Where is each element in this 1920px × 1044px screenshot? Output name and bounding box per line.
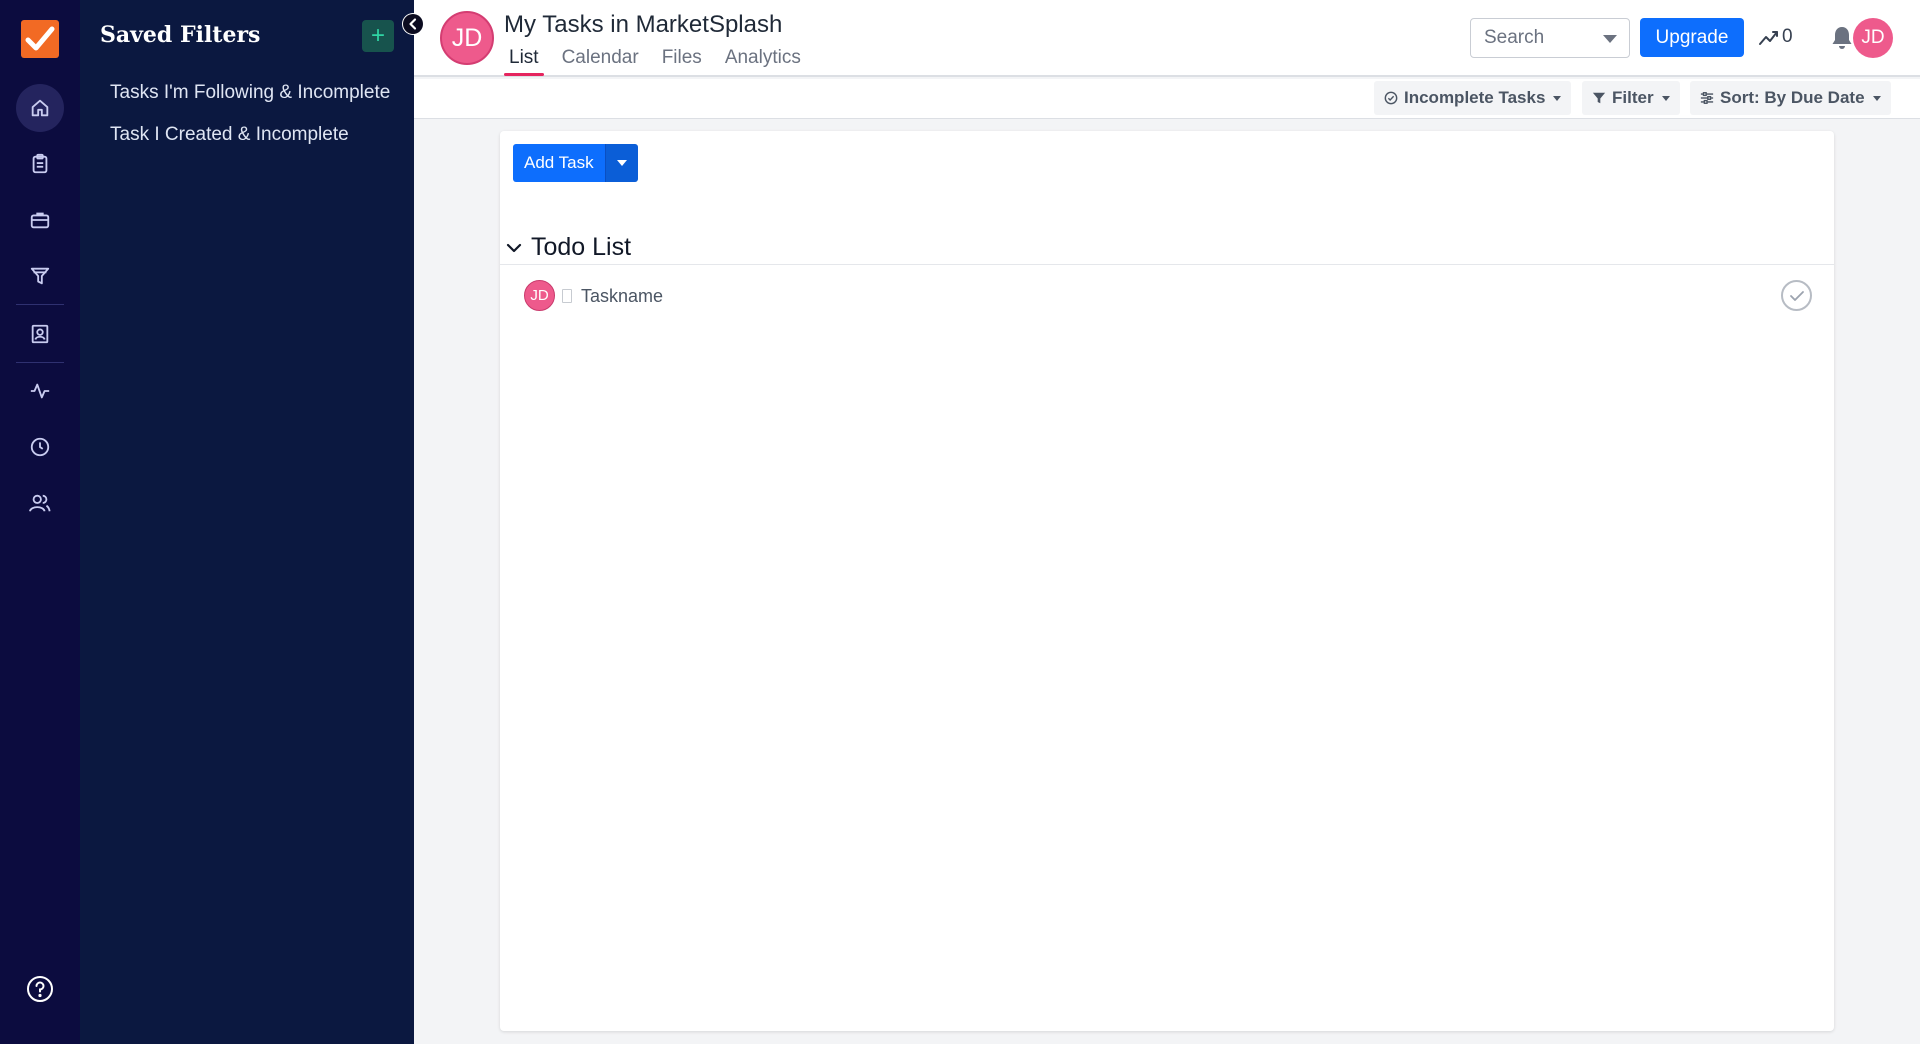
add-task-split-button: Add Task [513,144,638,182]
icon-rail [0,0,80,1044]
collapse-panel-button[interactable] [402,13,424,35]
app-logo[interactable] [21,20,59,58]
filter-icon [1592,92,1606,104]
clipboard-icon[interactable] [16,140,64,188]
add-filter-button[interactable]: + [362,20,394,52]
saved-filters-panel: Saved Filters + Tasks I'm Following & In… [80,0,414,1044]
page-title: My Tasks in MarketSplash [504,11,783,38]
chevron-down-icon[interactable] [505,239,523,257]
briefcase-icon[interactable] [16,196,64,244]
chevron-left-icon [403,14,423,34]
funnel-icon[interactable] [16,252,64,300]
tab-analytics[interactable]: Analytics [720,47,806,75]
activity-icon[interactable] [16,367,64,415]
saved-filter-item[interactable]: Task I Created & Incomplete [110,124,400,146]
tab-files[interactable]: Files [657,47,707,75]
tab-list[interactable]: List [504,47,544,76]
complete-task-button[interactable] [1781,280,1812,311]
check-circle-icon [1384,91,1398,105]
sort-button[interactable]: Sort: By Due Date [1690,81,1891,115]
contacts-icon[interactable] [16,310,64,358]
home-icon[interactable] [16,84,64,132]
sliders-icon [1700,92,1714,104]
status-filter-label: Incomplete Tasks [1404,88,1546,107]
task-select-checkbox[interactable] [562,289,572,303]
task-name[interactable]: Taskname [581,286,663,307]
todo-list-header: Todo List [500,235,1834,265]
trend-icon [1759,31,1778,45]
sort-label: Sort: By Due Date [1720,88,1865,107]
filter-label: Filter [1612,88,1654,107]
page-header: JD My Tasks in MarketSplash List Calenda… [414,0,1920,77]
user-avatar[interactable]: JD [1853,18,1893,58]
help-icon[interactable] [26,975,54,1003]
main-area: JD My Tasks in MarketSplash List Calenda… [414,0,1920,1044]
upgrade-button[interactable]: Upgrade [1640,18,1744,57]
caret-down-icon [1603,35,1617,43]
tab-calendar[interactable]: Calendar [557,47,644,75]
saved-filter-item[interactable]: Tasks I'm Following & Incomplete [110,82,400,104]
caret-down-icon [1553,95,1562,101]
checkmark-logo-icon [25,26,55,51]
rail-divider [16,362,64,363]
assignee-avatar[interactable]: JD [524,280,555,311]
list-toolbar: Incomplete Tasks Filter Sort: By Due Dat… [414,79,1920,119]
activity-count: 0 [1782,26,1793,47]
search-placeholder: Search [1484,27,1545,48]
add-task-dropdown-button[interactable] [605,144,638,182]
users-icon[interactable] [16,479,64,527]
caret-down-icon [616,160,627,166]
status-filter-button[interactable]: Incomplete Tasks [1374,81,1572,115]
add-task-button[interactable]: Add Task [513,144,606,182]
caret-down-icon [1872,95,1881,101]
checkmark-icon [1789,290,1804,301]
activity-counter[interactable]: 0 [1758,26,1793,48]
list-title: Todo List [531,233,632,261]
task-list-card: Add Task Todo List JD Taskname [500,131,1834,1031]
filter-button[interactable]: Filter [1582,81,1680,115]
clock-icon[interactable] [16,423,64,471]
search-select[interactable]: Search [1470,18,1630,58]
task-row[interactable]: JD Taskname [500,277,1834,315]
project-avatar[interactable]: JD [440,11,494,65]
view-tabs: List Calendar Files Analytics [504,47,806,76]
caret-down-icon [1661,95,1670,101]
bell-icon[interactable] [1830,25,1854,56]
rail-divider [16,304,64,305]
panel-title: Saved Filters [100,22,261,48]
